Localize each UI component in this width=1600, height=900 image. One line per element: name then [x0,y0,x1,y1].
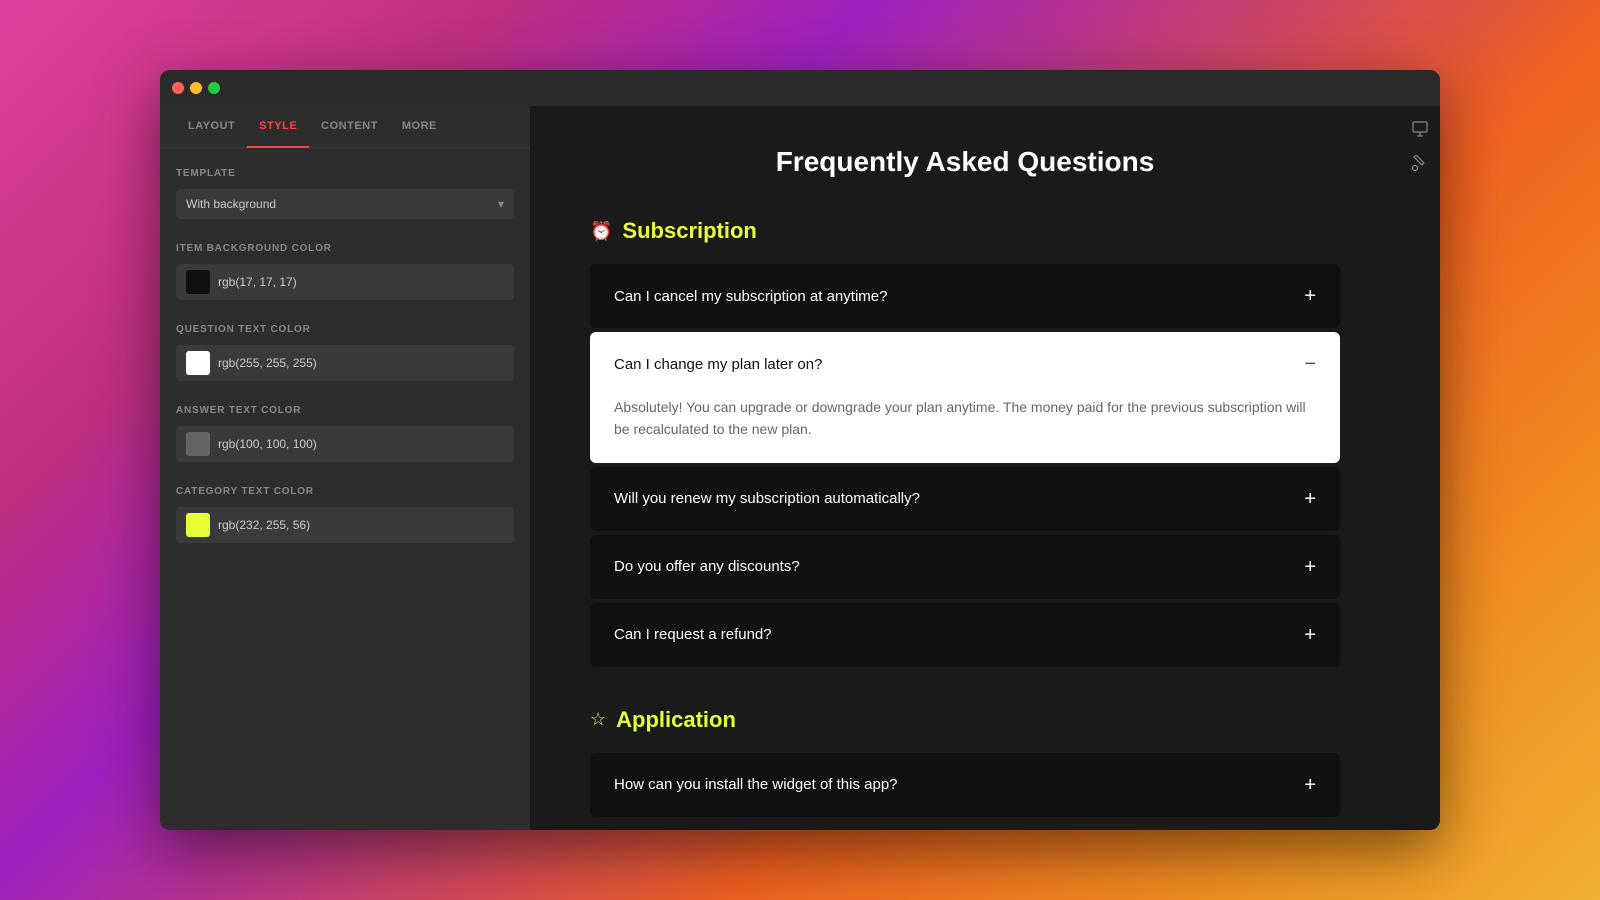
template-value: With background [186,197,276,211]
app-window: LAYOUT STYLE CONTENT MORE TEMPLATE With … [160,70,1440,830]
subscription-icon: ⏰ [590,221,612,242]
question-text-group: QUESTION TEXT COLOR rgb(255, 255, 255) [176,324,514,381]
faq-collapse-icon: − [1304,354,1316,374]
faq-item: Do you offer any discounts? + [590,535,1340,599]
question-text-swatch [186,351,210,375]
application-icon: ☆ [590,709,606,730]
faq-item: Can I change my plan later on? − Absolut… [590,332,1340,463]
category-text-swatch [186,513,210,537]
answer-text-swatch [186,432,210,456]
main-inner: Frequently Asked Questions ⏰ Subscriptio… [530,106,1400,830]
tab-layout[interactable]: LAYOUT [176,106,247,148]
faq-item: Will you renew my subscription automatic… [590,467,1340,531]
answer-text-label: ANSWER TEXT COLOR [176,405,514,416]
faq-question[interactable]: How can you install the widget of this a… [590,753,1340,817]
close-button[interactable] [172,82,184,94]
category-text-label: CATEGORY TEXT COLOR [176,486,514,497]
faq-expand-icon: + [1304,557,1316,577]
application-faq-list: How can you install the widget of this a… [590,753,1340,817]
page-title: Frequently Asked Questions [590,146,1340,178]
faq-answer: Absolutely! You can upgrade or downgrade… [590,396,1340,463]
faq-question-text: Can I request a refund? [614,626,772,643]
maximize-button[interactable] [208,82,220,94]
faq-expand-icon: + [1304,489,1316,509]
sidebar-tabs: LAYOUT STYLE CONTENT MORE [160,106,530,148]
faq-question[interactable]: Can I request a refund? + [590,603,1340,667]
paint-icon[interactable] [1405,148,1435,178]
faq-question[interactable]: Do you offer any discounts? + [590,535,1340,599]
question-text-value: rgb(255, 255, 255) [218,356,317,370]
category-application-header: ☆ Application [590,707,1340,733]
faq-question[interactable]: Can I cancel my subscription at anytime?… [590,264,1340,328]
item-bg-swatch [186,270,210,294]
tab-style[interactable]: STYLE [247,106,309,148]
question-text-color-field[interactable]: rgb(255, 255, 255) [176,345,514,381]
answer-text-color-field[interactable]: rgb(100, 100, 100) [176,426,514,462]
category-subscription: ⏰ Subscription Can I cancel my subscript… [590,218,1340,667]
faq-item: How can you install the widget of this a… [590,753,1340,817]
application-title: Application [616,707,736,733]
faq-question[interactable]: Will you renew my subscription automatic… [590,467,1340,531]
item-bg-color-field[interactable]: rgb(17, 17, 17) [176,264,514,300]
main-content: Frequently Asked Questions ⏰ Subscriptio… [530,106,1400,830]
faq-expand-icon: + [1304,286,1316,306]
minimize-button[interactable] [190,82,202,94]
faq-question-text: Do you offer any discounts? [614,558,800,575]
faq-item: Can I request a refund? + [590,603,1340,667]
monitor-icon[interactable] [1405,114,1435,144]
question-text-label: QUESTION TEXT COLOR [176,324,514,335]
faq-question-text: Can I cancel my subscription at anytime? [614,288,887,305]
sidebar: LAYOUT STYLE CONTENT MORE TEMPLATE With … [160,106,530,830]
tab-more[interactable]: MORE [390,106,449,148]
category-text-group: CATEGORY TEXT COLOR rgb(232, 255, 56) [176,486,514,543]
answer-text-value: rgb(100, 100, 100) [218,437,317,451]
faq-expand-icon: + [1304,775,1316,795]
answer-text-group: ANSWER TEXT COLOR rgb(100, 100, 100) [176,405,514,462]
faq-expand-icon: + [1304,625,1316,645]
category-subscription-header: ⏰ Subscription [590,218,1340,244]
faq-question-text: Will you renew my subscription automatic… [614,490,920,507]
template-label: TEMPLATE [176,168,514,179]
template-select[interactable]: With background ▾ [176,189,514,219]
chevron-down-icon: ▾ [498,197,504,211]
titlebar [160,70,1440,106]
template-group: TEMPLATE With background ▾ [176,168,514,219]
sidebar-panel: TEMPLATE With background ▾ ITEM BACKGROU… [160,148,530,587]
subscription-faq-list: Can I cancel my subscription at anytime?… [590,264,1340,667]
faq-question-text: Can I change my plan later on? [614,356,822,373]
item-bg-value: rgb(17, 17, 17) [218,275,297,289]
faq-question-text: How can you install the widget of this a… [614,776,898,793]
tab-content[interactable]: CONTENT [309,106,390,148]
faq-question[interactable]: Can I change my plan later on? − [590,332,1340,396]
app-body: LAYOUT STYLE CONTENT MORE TEMPLATE With … [160,106,1440,830]
item-bg-label: ITEM BACKGROUND COLOR [176,243,514,254]
category-application: ☆ Application How can you install the wi… [590,707,1340,817]
traffic-lights [172,82,220,94]
category-text-value: rgb(232, 255, 56) [218,518,310,532]
right-toolbar [1400,106,1440,830]
category-text-color-field[interactable]: rgb(232, 255, 56) [176,507,514,543]
faq-item: Can I cancel my subscription at anytime?… [590,264,1340,328]
item-bg-group: ITEM BACKGROUND COLOR rgb(17, 17, 17) [176,243,514,300]
subscription-title: Subscription [622,218,756,244]
